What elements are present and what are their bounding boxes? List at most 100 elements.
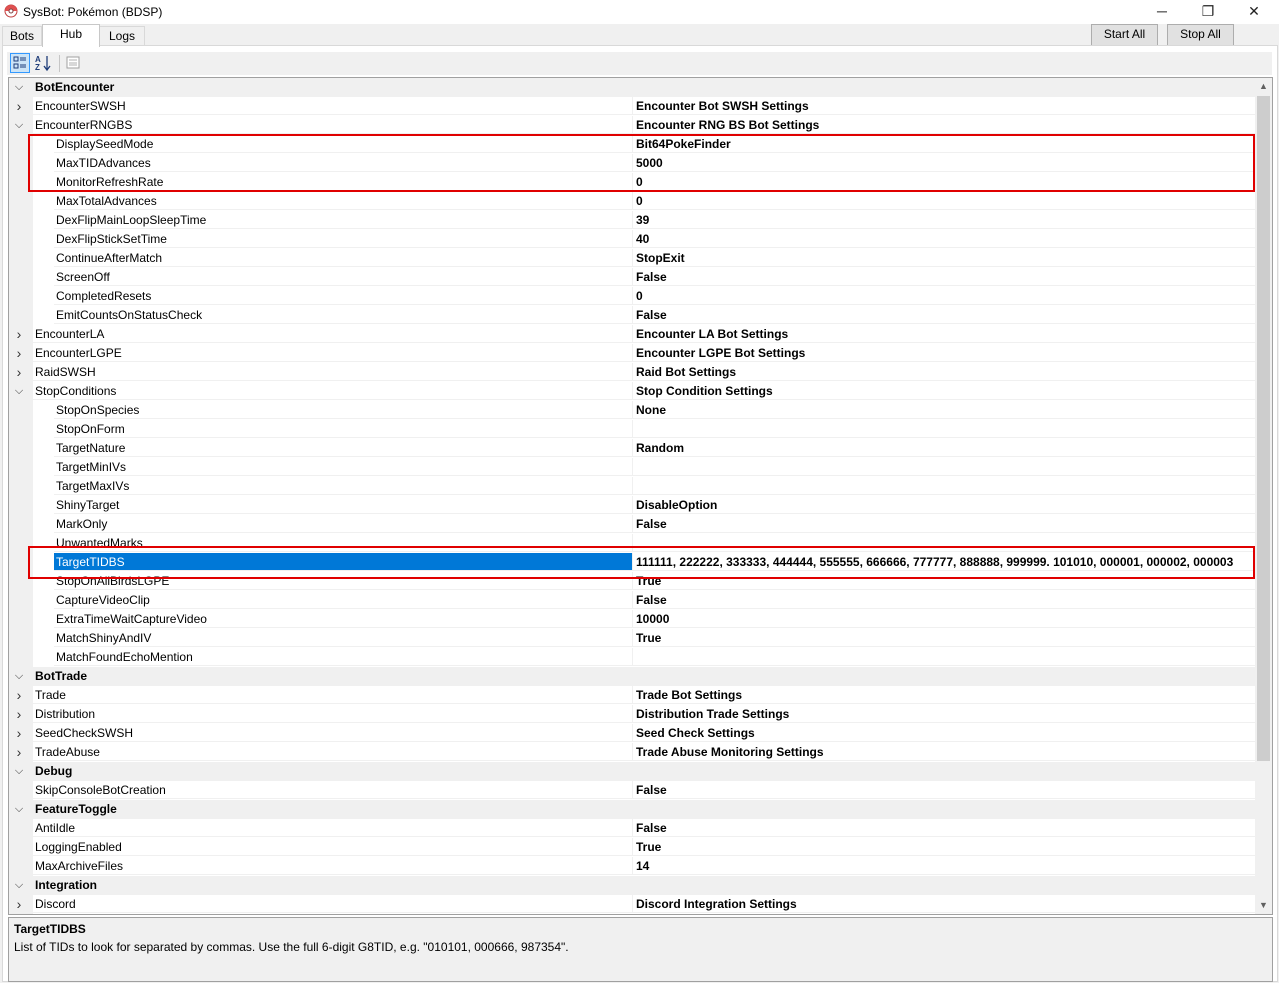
chevron-right-icon[interactable]: › <box>9 325 29 344</box>
property-name[interactable]: EncounterLA <box>33 325 632 343</box>
property-row[interactable]: EmitCountsOnStatusCheck False <box>9 306 1255 325</box>
property-row[interactable]: ContinueAfterMatch StopExit <box>9 249 1255 268</box>
property-grid[interactable]: ⌵ BotEncounter › EncounterSWSH Encounter Bot… <box>8 77 1273 915</box>
property-name[interactable]: AntiIdle <box>33 819 632 837</box>
property-value[interactable]: 111111, 222222, 333333, 444444, 555555, … <box>632 553 1255 571</box>
property-name[interactable]: StopOnForm <box>54 420 632 438</box>
category-label[interactable]: Debug <box>33 762 1255 780</box>
property-name[interactable]: DexFlipMainLoopSleepTime <box>54 211 632 229</box>
property-row[interactable]: TargetNature Random <box>9 439 1255 458</box>
property-name[interactable]: TradeAbuse <box>33 743 632 761</box>
chevron-down-icon[interactable]: ⌵ <box>9 667 29 686</box>
category-row[interactable]: ⌵ Integration <box>9 876 1255 895</box>
property-value[interactable]: None <box>632 401 1255 419</box>
property-name[interactable]: TargetTIDBS <box>54 553 632 571</box>
property-name[interactable]: TargetMinIVs <box>54 458 632 476</box>
property-name[interactable]: UnwantedMarks <box>54 534 632 552</box>
property-name[interactable]: CompletedResets <box>54 287 632 305</box>
category-label[interactable]: BotTrade <box>33 667 1255 685</box>
property-row[interactable]: ⌵ StopConditions Stop Condition Settings <box>9 382 1255 401</box>
property-row[interactable]: StopOnSpecies None <box>9 401 1255 420</box>
property-value[interactable] <box>632 477 1255 495</box>
property-row[interactable]: ShinyTarget DisableOption <box>9 496 1255 515</box>
minimize-button[interactable]: ─ <box>1139 0 1185 24</box>
property-value[interactable]: Random <box>632 439 1255 457</box>
category-label[interactable]: Integration <box>33 876 1255 894</box>
property-name[interactable]: TargetMaxIVs <box>54 477 632 495</box>
categorized-button[interactable] <box>10 53 30 73</box>
property-value[interactable]: False <box>632 781 1255 799</box>
property-value[interactable]: 0 <box>632 192 1255 210</box>
scroll-down-arrow-icon[interactable]: ▼ <box>1255 897 1272 914</box>
property-row[interactable]: DisplaySeedMode Bit64PokeFinder <box>9 135 1255 154</box>
property-row[interactable]: UnwantedMarks <box>9 534 1255 553</box>
chevron-right-icon[interactable]: › <box>9 686 29 705</box>
scroll-up-arrow-icon[interactable]: ▲ <box>1255 78 1272 95</box>
property-row[interactable]: StopOnForm <box>9 420 1255 439</box>
property-name[interactable]: MonitorRefreshRate <box>54 173 632 191</box>
category-label[interactable]: BotEncounter <box>33 78 1255 96</box>
property-value[interactable]: False <box>632 268 1255 286</box>
property-value[interactable]: False <box>632 306 1255 324</box>
property-name[interactable]: StopOnSpecies <box>54 401 632 419</box>
property-value[interactable]: 5000 <box>632 154 1255 172</box>
stop-all-button[interactable]: Stop All <box>1167 24 1234 46</box>
property-value[interactable]: False <box>632 515 1255 533</box>
property-value[interactable]: Encounter RNG BS Bot Settings <box>632 116 1255 134</box>
property-value[interactable]: Encounter LGPE Bot Settings <box>632 344 1255 362</box>
property-name[interactable]: EmitCountsOnStatusCheck <box>54 306 632 324</box>
chevron-down-icon[interactable]: ⌵ <box>9 762 29 781</box>
property-name[interactable]: Discord <box>33 895 632 913</box>
property-row[interactable]: ⌵ EncounterRNGBS Encounter RNG BS Bot Sett… <box>9 116 1255 135</box>
property-name[interactable]: ContinueAfterMatch <box>54 249 632 267</box>
property-value[interactable] <box>632 458 1255 476</box>
property-row[interactable]: MaxTIDAdvances 5000 <box>9 154 1255 173</box>
property-row[interactable]: › EncounterLGPE Encounter LGPE Bot Setting… <box>9 344 1255 363</box>
property-value[interactable]: Encounter LA Bot Settings <box>632 325 1255 343</box>
property-row[interactable]: MatchFoundEchoMention <box>9 648 1255 667</box>
property-row[interactable]: TargetTIDBS 111111, 222222, 333333, 44444… <box>9 553 1255 572</box>
property-name[interactable]: ShinyTarget <box>54 496 632 514</box>
property-name[interactable]: Distribution <box>33 705 632 723</box>
property-name[interactable]: EncounterSWSH <box>33 97 632 115</box>
tab-bots[interactable]: Bots <box>2 26 42 47</box>
chevron-down-icon[interactable]: ⌵ <box>9 78 29 97</box>
property-value[interactable]: DisableOption <box>632 496 1255 514</box>
property-name[interactable]: DexFlipStickSetTime <box>54 230 632 248</box>
property-row[interactable]: › EncounterLA Encounter LA Bot Settings <box>9 325 1255 344</box>
property-value[interactable]: 10000 <box>632 610 1255 628</box>
property-row[interactable]: › SeedCheckSWSH Seed Check Settings <box>9 724 1255 743</box>
category-row[interactable]: ⌵ BotEncounter <box>9 78 1255 97</box>
chevron-down-icon[interactable]: ⌵ <box>9 116 29 135</box>
property-row[interactable]: TargetMaxIVs <box>9 477 1255 496</box>
property-row[interactable]: › EncounterSWSH Encounter Bot SWSH Setting… <box>9 97 1255 116</box>
property-row[interactable]: CaptureVideoClip False <box>9 591 1255 610</box>
category-row[interactable]: ⌵ Debug <box>9 762 1255 781</box>
property-row[interactable]: MaxArchiveFiles 14 <box>9 857 1255 876</box>
property-name[interactable]: EncounterLGPE <box>33 344 632 362</box>
tab-hub[interactable]: Hub <box>42 24 100 47</box>
property-name[interactable]: ScreenOff <box>54 268 632 286</box>
property-value[interactable]: Trade Bot Settings <box>632 686 1255 704</box>
property-name[interactable]: StopConditions <box>33 382 632 400</box>
property-value[interactable] <box>632 534 1255 552</box>
property-row[interactable]: DexFlipMainLoopSleepTime 39 <box>9 211 1255 230</box>
property-value[interactable]: 39 <box>632 211 1255 229</box>
property-value[interactable]: Distribution Trade Settings <box>632 705 1255 723</box>
property-row[interactable]: LoggingEnabled True <box>9 838 1255 857</box>
property-name[interactable]: ExtraTimeWaitCaptureVideo <box>54 610 632 628</box>
tab-logs[interactable]: Logs <box>99 26 145 47</box>
property-row[interactable]: MaxTotalAdvances 0 <box>9 192 1255 211</box>
chevron-down-icon[interactable]: ⌵ <box>9 876 29 895</box>
property-row[interactable]: MonitorRefreshRate 0 <box>9 173 1255 192</box>
property-name[interactable]: SkipConsoleBotCreation <box>33 781 632 799</box>
property-value[interactable]: Stop Condition Settings <box>632 382 1255 400</box>
property-row[interactable]: TargetMinIVs <box>9 458 1255 477</box>
property-row[interactable]: › TradeAbuse Trade Abuse Monitoring Settin… <box>9 743 1255 762</box>
property-row[interactable]: ExtraTimeWaitCaptureVideo 10000 <box>9 610 1255 629</box>
chevron-right-icon[interactable]: › <box>9 705 29 724</box>
property-value[interactable]: StopExit <box>632 249 1255 267</box>
vertical-scrollbar[interactable]: ▲ ▼ <box>1255 78 1272 914</box>
property-name[interactable]: DisplaySeedMode <box>54 135 632 153</box>
property-value[interactable]: Raid Bot Settings <box>632 363 1255 381</box>
